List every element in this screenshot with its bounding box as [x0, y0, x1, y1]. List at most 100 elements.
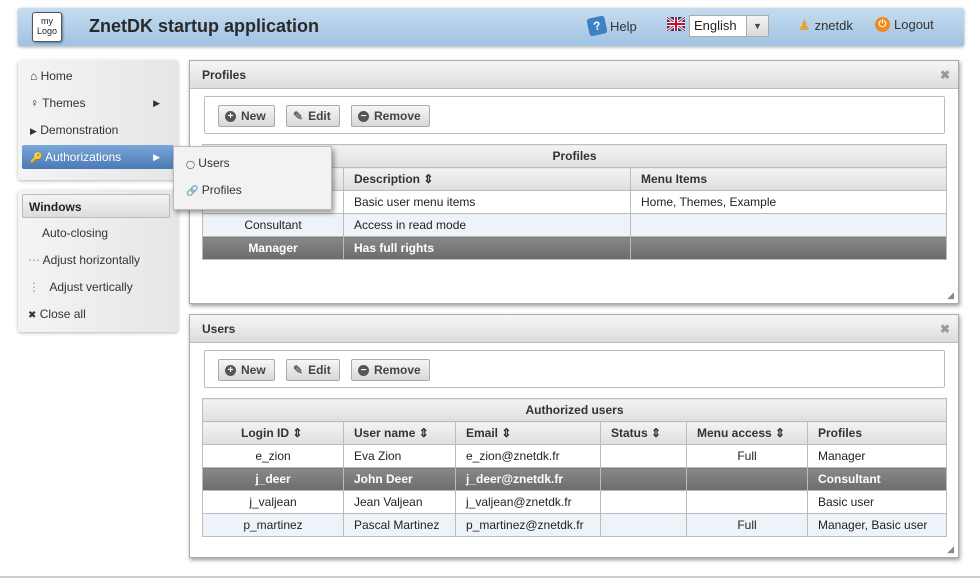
cell-menu-access: Full [686, 444, 808, 468]
cell-user-name: John Deer [343, 467, 456, 491]
remove-profile-button[interactable]: − Remove [351, 105, 430, 127]
resize-handle-icon[interactable]: ◢ [947, 290, 954, 301]
panel-title: Users [202, 322, 236, 336]
column-header-menu-access[interactable]: Menu access ⇕ [686, 421, 808, 445]
menu-item-home[interactable]: ⌂ Home [22, 64, 174, 88]
cell-user-name: Pascal Martinez [343, 513, 456, 537]
table-caption: Authorized users [202, 398, 947, 422]
cell-menu-access [686, 490, 808, 514]
chevron-down-icon[interactable]: ▼ [746, 16, 768, 36]
column-header-description[interactable]: Description ⇕ [343, 167, 631, 191]
submenu-item-profiles[interactable]: 🔗 Profiles [186, 178, 242, 202]
windows-menu-title: Windows [22, 194, 170, 218]
pencil-icon: ✎ [293, 363, 304, 377]
edit-user-button[interactable]: ✎ Edit [286, 359, 340, 381]
close-icon[interactable]: ✖ [940, 315, 950, 343]
cell-status [600, 444, 687, 468]
bulb-icon: ♀ [30, 96, 39, 110]
table-row[interactable]: j_deer John Deer j_deer@znetdk.fr Consul… [202, 467, 947, 491]
help-link[interactable]: ? Help [586, 15, 637, 37]
button-label: New [241, 109, 266, 123]
table-row[interactable]: p_martinez Pascal Martinez p_martinez@zn… [202, 513, 947, 537]
table-row[interactable]: Manager Has full rights [202, 236, 947, 260]
app-logo: my Logo [32, 12, 62, 42]
new-user-button[interactable]: + New [218, 359, 275, 381]
remove-user-button[interactable]: − Remove [351, 359, 430, 381]
cell-login-id: j_deer [202, 467, 344, 491]
windows-auto-closing[interactable]: Auto-closing [42, 221, 108, 245]
profiles-toolbar: + New ✎ Edit − Remove [204, 96, 945, 134]
cell-status [600, 513, 687, 537]
cell-email: j_deer@znetdk.fr [455, 467, 601, 491]
edit-profile-button[interactable]: ✎ Edit [286, 105, 340, 127]
column-header-profiles: Profiles [807, 421, 947, 445]
button-label: Edit [308, 363, 331, 377]
cell-email: j_valjean@znetdk.fr [455, 490, 601, 514]
cell-profiles: Consultant [807, 467, 947, 491]
menu-item-label: Themes [42, 96, 86, 110]
users-table: Authorized users Login ID ⇕ User name ⇕ … [202, 398, 947, 537]
menu-item-label: Authorizations [45, 150, 122, 164]
plus-icon: + [225, 364, 236, 376]
column-header-status[interactable]: Status ⇕ [600, 421, 687, 445]
link-icon: 🔗 [186, 186, 199, 197]
windows-close-all[interactable]: ✖ Close all [28, 302, 86, 326]
user-icon: ◯ [186, 160, 195, 169]
menu-item-label: Demonstration [40, 123, 119, 137]
windows-item-label: Close all [39, 307, 86, 321]
home-icon: ⌂ [30, 69, 38, 83]
logo-text-bottom: Logo [36, 26, 58, 36]
cell-name: Manager [202, 236, 344, 260]
cell-menu-access: Full [686, 513, 808, 537]
user-account[interactable]: ♟ znetdk [798, 17, 853, 34]
uk-flag-icon [667, 17, 685, 31]
help-book-icon: ? [586, 15, 608, 37]
menu-item-themes[interactable]: ♀ Themes ▶ [22, 91, 174, 115]
pencil-icon: ✎ [293, 109, 304, 123]
windows-adjust-vertically[interactable]: ⋮ Adjust vertically [28, 275, 133, 299]
table-row[interactable]: e_zion Eva Zion e_zion@znetdk.fr Full Ma… [202, 444, 947, 468]
close-icon: ✖ [28, 310, 37, 321]
table-row[interactable]: Consultant Access in read mode [202, 213, 947, 237]
new-profile-button[interactable]: + New [218, 105, 275, 127]
key-icon: 🔑 [30, 153, 43, 164]
users-toolbar: + New ✎ Edit − Remove [204, 350, 945, 388]
cell-email: p_martinez@znetdk.fr [455, 513, 601, 537]
button-label: New [241, 363, 266, 377]
user-name: znetdk [814, 18, 853, 33]
cell-description: Has full rights [343, 236, 631, 260]
submenu-arrow-icon: ▶ [153, 152, 160, 162]
power-icon: ⏻ [875, 17, 890, 32]
cell-login-id: p_martinez [202, 513, 344, 537]
table-row[interactable]: j_valjean Jean Valjean j_valjean@znetdk.… [202, 490, 947, 514]
logout-label: Logout [894, 17, 934, 32]
cell-profiles: Basic user [807, 490, 947, 514]
resize-handle-icon[interactable]: ◢ [947, 544, 954, 555]
menu-item-authorizations[interactable]: 🔑 Authorizations ▶ [22, 145, 174, 169]
column-header-email[interactable]: Email ⇕ [455, 421, 601, 445]
authorizations-submenu: ◯ Users 🔗 Profiles [173, 146, 332, 210]
column-header-user-name[interactable]: User name ⇕ [343, 421, 456, 445]
cell-menu-items [630, 236, 947, 260]
windows-item-label: Adjust vertically [49, 280, 133, 294]
logout-button[interactable]: ⏻ Logout [875, 17, 934, 32]
app-title: ZnetDK startup application [89, 16, 320, 36]
user-icon: ♟ [798, 17, 811, 33]
column-header-login-id[interactable]: Login ID ⇕ [202, 421, 344, 445]
windows-adjust-horizontally[interactable]: ⋯ Adjust horizontally [28, 248, 140, 272]
minus-icon: − [358, 110, 369, 122]
panel-title: Profiles [202, 68, 247, 82]
cell-login-id: j_valjean [202, 490, 344, 514]
language-select[interactable]: English ▼ [689, 15, 769, 37]
profiles-panel-header: Profiles ✖ [190, 61, 958, 89]
cell-menu-items: Home, Themes, Example [630, 190, 947, 214]
main-menu: ⌂ Home ♀ Themes ▶ ▶ Demonstration 🔑 Auth… [18, 60, 178, 180]
cell-user-name: Jean Valjean [343, 490, 456, 514]
menu-item-demonstration[interactable]: ▶ Demonstration [22, 118, 174, 142]
play-icon: ▶ [30, 126, 37, 136]
close-icon[interactable]: ✖ [940, 61, 950, 89]
windows-item-label: Adjust horizontally [42, 253, 141, 267]
submenu-item-users[interactable]: ◯ Users [186, 151, 230, 175]
cell-menu-access [686, 467, 808, 491]
column-header-menu-items: Menu Items [630, 167, 947, 191]
